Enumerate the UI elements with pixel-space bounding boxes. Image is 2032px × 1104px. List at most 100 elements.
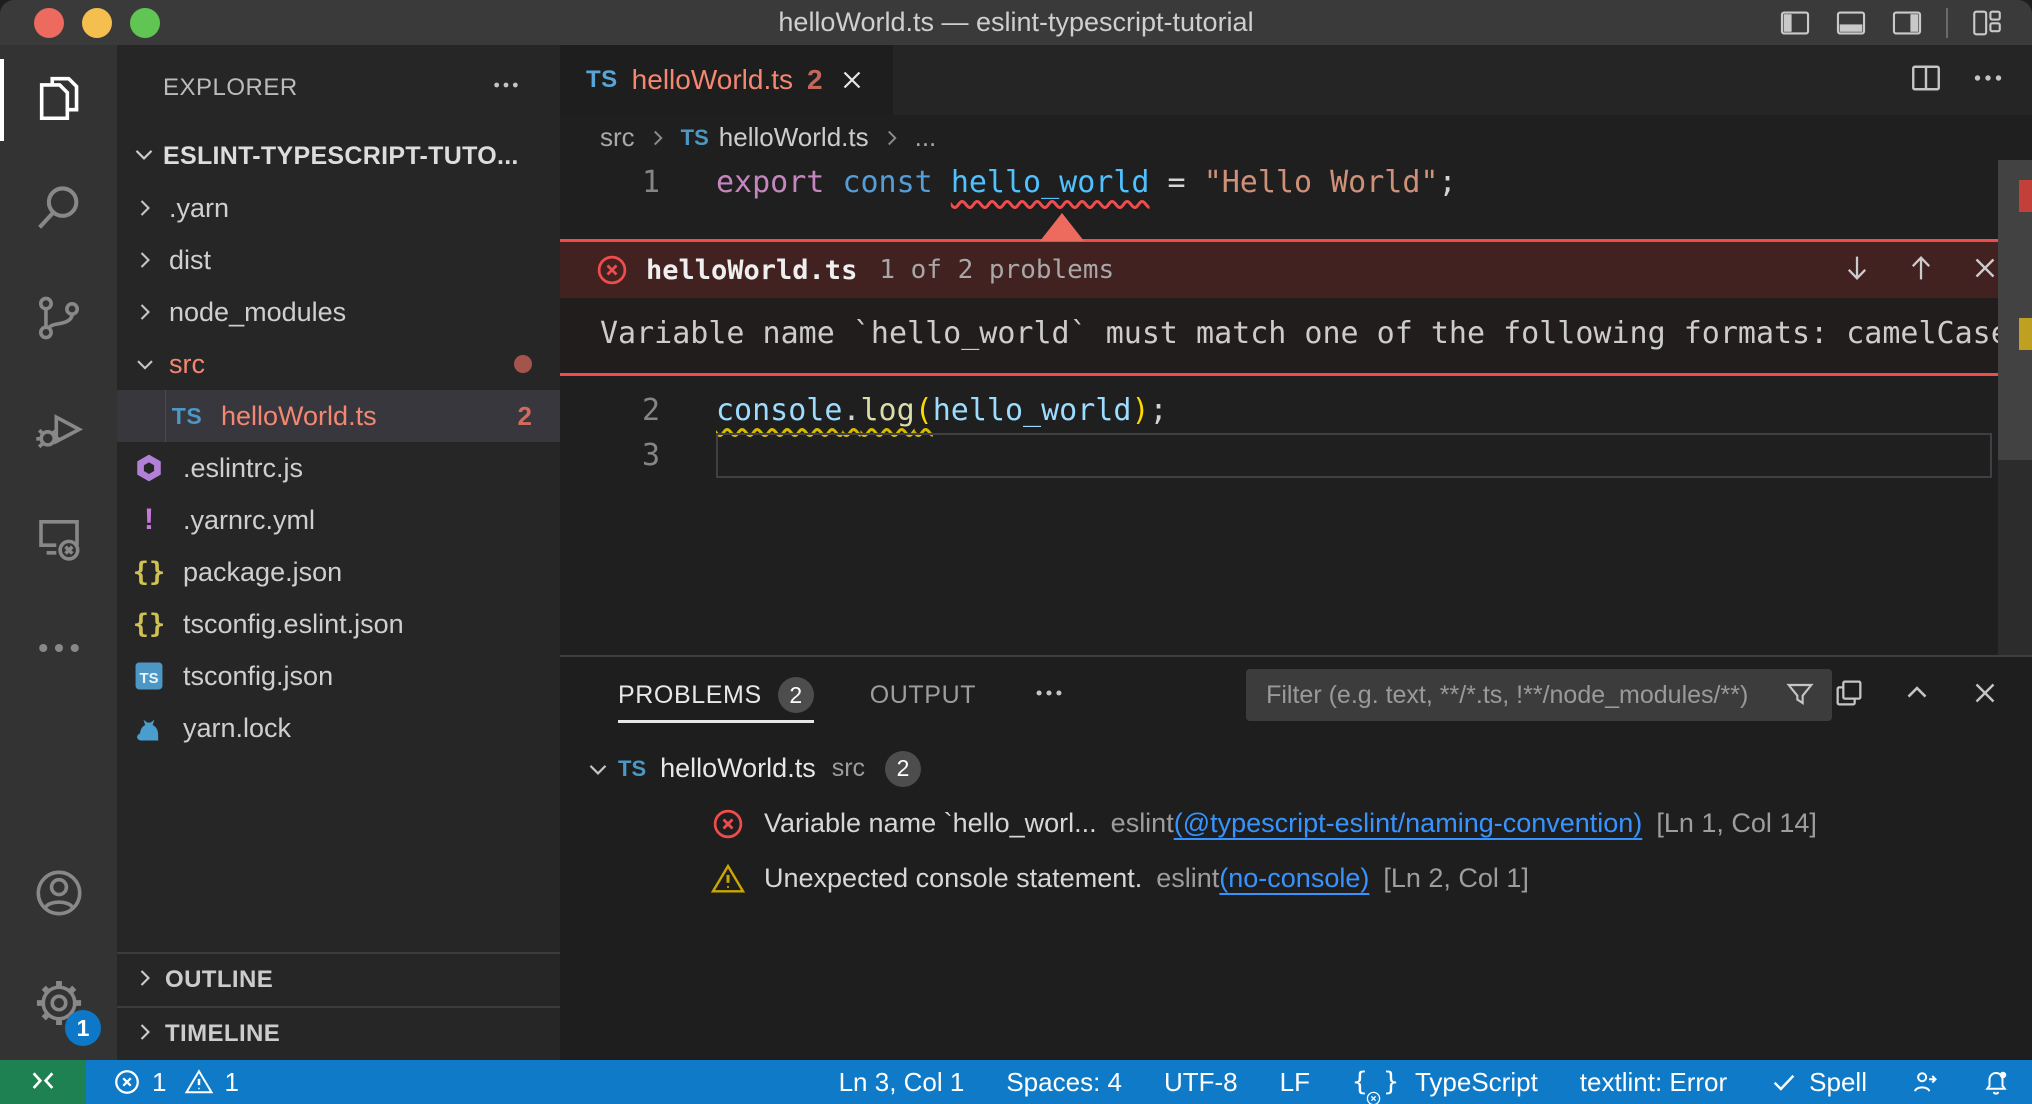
tree-item-tsconfig.eslint.json[interactable]: {}tsconfig.eslint.json <box>117 598 560 650</box>
error-icon <box>112 1067 142 1097</box>
customize-layout-icon[interactable] <box>1970 6 2004 40</box>
chevron-down-icon <box>578 754 618 784</box>
sidebar-sections: OUTLINE TIMELINE <box>117 952 560 1060</box>
problems-file-group[interactable]: TS helloWorld.ts src 2 <box>560 741 2032 796</box>
problems-summary[interactable]: 1 1 <box>86 1060 259 1104</box>
code-line-1[interactable]: 1 export const hello_world = "Hello Worl… <box>560 160 2032 205</box>
tree-item-.yarnrc.yml[interactable]: !.yarnrc.yml <box>117 494 560 546</box>
status-bar-right: Ln 3, Col 1Spaces: 4UTF-8LF{ }TypeScript… <box>818 1060 2032 1104</box>
file-label: .eslintrc.js <box>183 453 303 484</box>
maximize-panel-icon[interactable] <box>1900 676 1934 715</box>
code-editor[interactable]: 1 export const hello_world = "Hello Worl… <box>560 160 2032 655</box>
editor-scrollbar[interactable] <box>1998 160 2032 655</box>
panel-header: PROBLEMS 2 OUTPUT <box>560 657 2032 733</box>
previous-problem-icon[interactable] <box>1904 251 1938 289</box>
toggle-primary-sidebar-icon[interactable] <box>1778 6 1812 40</box>
rule-link[interactable]: (@typescript-eslint/naming-convention) <box>1174 808 1643 839</box>
tree-item-src[interactable]: src <box>117 338 560 390</box>
problems-filter-input[interactable] <box>1266 681 1784 710</box>
explorer-more-actions-icon[interactable] <box>490 69 522 106</box>
chevron-right-icon <box>131 1018 159 1051</box>
tree-item-helloWorld.ts[interactable]: TShelloWorld.ts2 <box>117 390 560 442</box>
tab-helloworld[interactable]: TS helloWorld.ts 2 <box>560 45 893 115</box>
problems-list: TS helloWorld.ts src 2 Variable name `he… <box>560 733 2032 1060</box>
maximize-window-button[interactable] <box>130 8 160 38</box>
folder-label: .yarn <box>169 193 229 224</box>
line-number: 2 <box>560 388 660 433</box>
account-icon <box>32 866 86 925</box>
activity-source-control[interactable] <box>0 265 117 375</box>
bell-dot-icon <box>1981 1067 2011 1097</box>
more-editor-actions-icon[interactable] <box>1970 60 2006 101</box>
tree-item-.eslintrc.js[interactable]: .eslintrc.js <box>117 442 560 494</box>
tree-item-dist[interactable]: dist <box>117 234 560 286</box>
sidebar-section-outline[interactable]: OUTLINE <box>117 952 560 1006</box>
status-feedback[interactable] <box>1888 1060 1960 1104</box>
status-eol[interactable]: LF <box>1259 1060 1331 1104</box>
next-problem-icon[interactable] <box>1840 251 1874 289</box>
status-encoding[interactable]: UTF-8 <box>1143 1060 1259 1104</box>
overview-error-mark <box>2019 180 2032 212</box>
status-notifications[interactable] <box>1960 1060 2032 1104</box>
toggle-panel-icon[interactable] <box>1834 6 1868 40</box>
sidebar-section-timeline[interactable]: TIMELINE <box>117 1006 560 1060</box>
warning-count: 1 <box>224 1067 238 1098</box>
activity-explorer[interactable] <box>0 45 117 155</box>
peek-body[interactable]: Variable name `hello_world` must match o… <box>560 298 2032 373</box>
remote-indicator[interactable] <box>0 1060 86 1104</box>
group-by-icon[interactable] <box>1832 676 1866 715</box>
close-window-button[interactable] <box>34 8 64 38</box>
panel-tab-problems[interactable]: PROBLEMS 2 <box>618 657 814 733</box>
problem-row[interactable]: Variable name `hello_worl... eslint(@typ… <box>560 796 2032 851</box>
breadcrumb-item[interactable]: ... <box>915 122 937 153</box>
project-root-row[interactable]: ESLINT-TYPESCRIPT-TUTO... <box>117 130 560 182</box>
close-tab-icon[interactable] <box>837 65 867 95</box>
minimize-window-button[interactable] <box>82 8 112 38</box>
toggle-secondary-sidebar-icon[interactable] <box>1890 6 1924 40</box>
status-textlint-status[interactable]: textlint: Error <box>1559 1060 1748 1104</box>
language-braces-icon: { } <box>1352 1067 1405 1097</box>
tree-item-tsconfig.json[interactable]: TStsconfig.json <box>117 650 560 702</box>
problem-row[interactable]: Unexpected console statement. eslint(no-… <box>560 851 2032 906</box>
close-peek-icon[interactable] <box>1968 251 2002 289</box>
code-line-3[interactable]: 3 <box>560 433 2032 478</box>
problems-filter-box <box>1246 669 1832 721</box>
file-problem-count-badge: 2 <box>885 751 921 787</box>
code-line-2[interactable]: 2 console.log(hello_world); <box>560 388 2032 433</box>
line-number: 3 <box>560 433 660 478</box>
problems-count-badge: 2 <box>778 677 814 713</box>
activity-run-and-debug[interactable] <box>0 375 117 485</box>
activity-accounts[interactable] <box>0 840 117 950</box>
status-indentation[interactable]: Spaces: 4 <box>985 1060 1143 1104</box>
panel-tab-output[interactable]: OUTPUT <box>870 657 976 733</box>
window-title: helloWorld.ts — eslint-typescript-tutori… <box>0 7 2032 38</box>
error-icon <box>710 806 746 842</box>
activity-settings[interactable]: 1 <box>0 950 117 1060</box>
rule-link[interactable]: (no-console) <box>1219 863 1369 894</box>
activity-remote-explorer[interactable] <box>0 485 117 595</box>
tree-item-package.json[interactable]: {}package.json <box>117 546 560 598</box>
activity-search[interactable] <box>0 155 117 265</box>
status-spell-status[interactable]: Spell <box>1748 1060 1888 1104</box>
breadcrumb-item[interactable]: src <box>600 122 635 153</box>
activity-more-views[interactable] <box>0 595 117 705</box>
typescript-file-icon: TS <box>167 403 207 430</box>
tree-item-yarn.lock[interactable]: yarn.lock <box>117 702 560 754</box>
status-cursor-position[interactable]: Ln 3, Col 1 <box>818 1060 986 1104</box>
close-panel-icon[interactable] <box>1968 676 2002 715</box>
breadcrumb-item[interactable]: TS helloWorld.ts <box>681 122 869 153</box>
status-language-mode[interactable]: { }TypeScript <box>1331 1060 1559 1104</box>
remote-explorer-icon <box>32 511 86 570</box>
filter-funnel-icon[interactable] <box>1784 679 1816 711</box>
json-braces-icon: {} <box>129 609 169 640</box>
split-editor-icon[interactable] <box>1908 60 1944 101</box>
panel-more-actions-icon[interactable] <box>1032 676 1066 715</box>
search-icon <box>32 181 86 240</box>
tree-item-.yarn[interactable]: .yarn <box>117 182 560 234</box>
chevron-down-icon <box>129 350 161 378</box>
typescript-file-icon: TS <box>618 756 646 782</box>
tree-item-node_modules[interactable]: node_modules <box>117 286 560 338</box>
yarn-cat-icon <box>129 711 169 745</box>
folder-label: dist <box>169 245 211 276</box>
bottom-panel: PROBLEMS 2 OUTPUT TS helloWorld.ts src <box>560 655 2032 1060</box>
